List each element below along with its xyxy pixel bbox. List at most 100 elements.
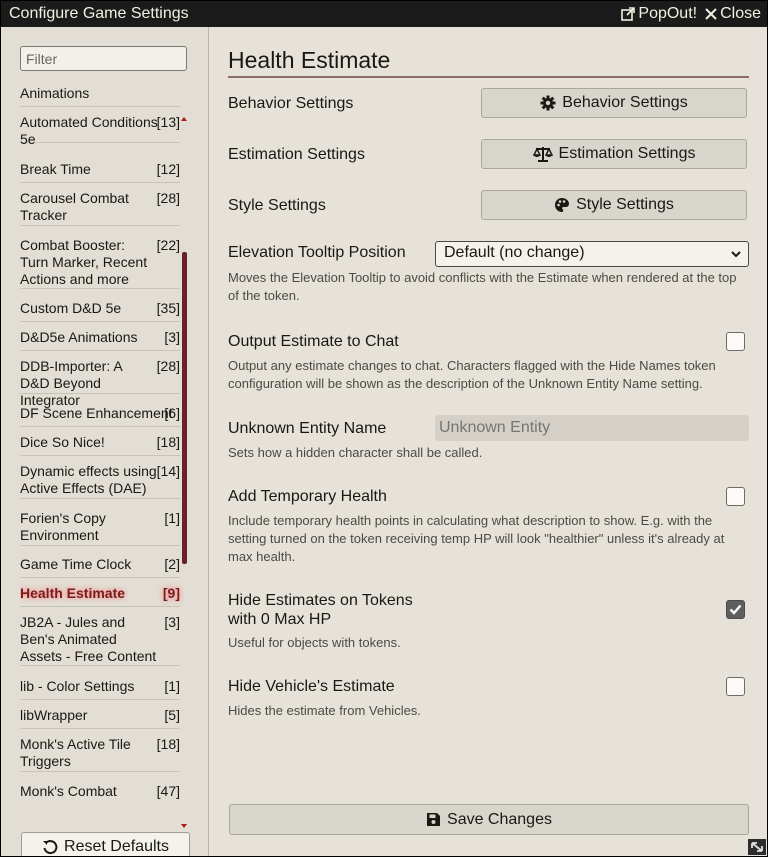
gear-icon <box>540 95 556 111</box>
category-sidebar: Animations Automated Conditions 5e [13] … <box>1 27 209 856</box>
estimation-settings-button-label: Estimation Settings <box>558 145 696 162</box>
category-item-combat-booster[interactable]: Combat Booster: Turn Marker, Recent Acti… <box>20 237 180 289</box>
scroll-down-icon[interactable] <box>181 824 187 828</box>
hide-vehicle-checkbox[interactable] <box>726 677 745 696</box>
category-count: [5] <box>164 707 180 723</box>
elevation-tooltip-note: Moves the Elevation Tooltip to avoid con… <box>228 270 737 303</box>
estimation-settings-button[interactable]: Estimation Settings <box>481 139 747 169</box>
category-item-df-scene-enhancement[interactable]: DF Scene Enhancement [6] <box>20 405 180 427</box>
category-item-dice-so-nice[interactable]: Dice So Nice! [18] <box>20 434 180 456</box>
category-count: [2] <box>164 556 180 572</box>
category-name: DF Scene Enhancement <box>20 405 173 421</box>
category-count: [9] <box>162 585 180 601</box>
category-count: [3] <box>164 329 180 345</box>
category-count: [3] <box>164 614 180 630</box>
category-count: [12] <box>156 161 180 177</box>
category-name: Break Time <box>20 161 91 177</box>
category-item-foriens-copy-environment[interactable]: Forien's Copy Environment [1] <box>20 510 180 546</box>
elevation-tooltip-value: Default (no change) <box>444 244 585 261</box>
scroll-up-icon[interactable] <box>181 117 187 121</box>
category-count: [13] <box>156 114 180 130</box>
category-item-lib-color-settings[interactable]: lib - Color Settings [1] <box>20 678 180 700</box>
category-count: [47] <box>156 783 180 799</box>
save-changes-button[interactable]: Save Changes <box>229 804 749 835</box>
elevation-tooltip-label: Elevation Tooltip Position <box>228 244 406 261</box>
chevron-down-icon <box>731 251 741 258</box>
window-titlebar[interactable]: Configure Game Settings PopOut! Close <box>1 1 767 27</box>
category-item-custom-dnd5e[interactable]: Custom D&D 5e [35] <box>20 300 180 322</box>
category-name: Custom D&D 5e <box>20 300 122 316</box>
category-name: Automated Conditions 5e <box>20 114 158 147</box>
category-list[interactable]: Animations Automated Conditions 5e [13] … <box>20 79 192 801</box>
category-item-ddb-importer[interactable]: DDB-Importer: A D&D Beyond Integrator [2… <box>20 358 180 408</box>
save-icon <box>427 813 441 826</box>
category-count: [18] <box>156 736 180 752</box>
category-item-animations[interactable]: Animations <box>20 85 180 107</box>
category-item-dae[interactable]: Dynamic effects using Active Effects (DA… <box>20 463 180 499</box>
reset-defaults-label: Reset Defaults <box>64 838 169 855</box>
category-count: [18] <box>156 434 180 450</box>
category-count: [22] <box>156 237 180 253</box>
category-name: Monk's Active Tile Triggers <box>20 736 131 769</box>
balance-scale-icon <box>532 147 553 162</box>
category-name: Carousel Combat Tracker <box>20 190 129 223</box>
undo-icon <box>43 840 58 855</box>
close-button[interactable]: Close <box>705 5 761 23</box>
category-name: DDB-Importer: A D&D Beyond Integrator <box>20 358 122 408</box>
close-icon <box>705 8 717 20</box>
category-item-automated-conditions[interactable]: Automated Conditions 5e [13] <box>20 114 180 147</box>
settings-panel: Health Estimate Behavior Settings Behavi… <box>210 27 767 856</box>
category-item-libwrapper[interactable]: libWrapper [5] <box>20 707 180 729</box>
output-chat-label: Output Estimate to Chat <box>228 333 399 350</box>
popout-button[interactable]: PopOut! <box>621 5 697 23</box>
category-count: [28] <box>156 358 180 374</box>
resize-handle-icon[interactable] <box>748 839 766 855</box>
category-name: Dice So Nice! <box>20 434 105 450</box>
style-settings-button-label: Style Settings <box>576 196 674 213</box>
category-name: D&D5e Animations <box>20 329 138 345</box>
category-name: Animations <box>20 85 90 101</box>
unknown-entity-input[interactable] <box>435 415 749 441</box>
category-name: Monk's Combat Details <box>20 783 117 801</box>
behavior-settings-button-label: Behavior Settings <box>562 94 688 111</box>
temp-health-checkbox[interactable] <box>726 487 745 506</box>
category-name: Game Time Clock <box>20 556 132 572</box>
hide-zero-hp-note: Useful for objects with tokens. <box>228 635 401 650</box>
category-count: [35] <box>156 300 180 316</box>
style-settings-label: Style Settings <box>228 197 326 214</box>
category-name: Dynamic effects using Active Effects (DA… <box>20 463 157 496</box>
category-name: Forien's Copy Environment <box>20 510 106 543</box>
output-chat-note: Output any estimate changes to chat. Cha… <box>228 358 716 391</box>
category-item-monks-active-tile-triggers[interactable]: Monk's Active Tile Triggers [18] <box>20 736 180 772</box>
category-scrollbar[interactable] <box>182 252 187 564</box>
category-item-jb2a[interactable]: JB2A - Jules and Ben's Animated Assets -… <box>20 614 180 666</box>
popout-label: PopOut! <box>638 5 698 22</box>
estimation-settings-label: Estimation Settings <box>228 146 365 163</box>
category-name: libWrapper <box>20 707 88 723</box>
save-changes-label: Save Changes <box>447 810 552 828</box>
category-count: [14] <box>156 463 180 479</box>
filter-input[interactable] <box>20 46 187 71</box>
category-item-monks-combat-details[interactable]: Monk's Combat Details [47] <box>20 783 180 801</box>
category-item-carousel-combat-tracker[interactable]: Carousel Combat Tracker [28] <box>20 190 180 226</box>
category-count: [1] <box>164 510 180 526</box>
hide-vehicle-note: Hides the estimate from Vehicles. <box>228 703 421 718</box>
category-name: Combat Booster: Turn Marker, Recent Acti… <box>20 237 148 287</box>
behavior-settings-button[interactable]: Behavior Settings <box>481 88 747 118</box>
page-title: Health Estimate <box>228 47 749 78</box>
settings-window: Configure Game Settings PopOut! Close An… <box>0 0 768 857</box>
hide-vehicle-label: Hide Vehicle's Estimate <box>228 678 395 695</box>
checkmark-icon <box>729 604 742 615</box>
reset-defaults-button[interactable]: Reset Defaults <box>21 832 190 856</box>
style-settings-button[interactable]: Style Settings <box>481 190 747 220</box>
external-link-icon <box>621 7 636 21</box>
category-item-game-time-clock[interactable]: Game Time Clock [2] <box>20 556 180 578</box>
output-chat-checkbox[interactable] <box>726 332 745 351</box>
category-item-health-estimate[interactable]: Health Estimate [9] <box>20 585 180 607</box>
hide-zero-hp-checkbox[interactable] <box>726 600 745 619</box>
category-item-dnd5e-animations[interactable]: D&D5e Animations [3] <box>20 329 180 351</box>
category-name: Health Estimate <box>20 585 126 601</box>
elevation-tooltip-select[interactable]: Default (no change) <box>435 241 749 267</box>
category-item-break-time[interactable]: Break Time [12] <box>20 161 180 183</box>
window-title: Configure Game Settings <box>9 5 189 22</box>
